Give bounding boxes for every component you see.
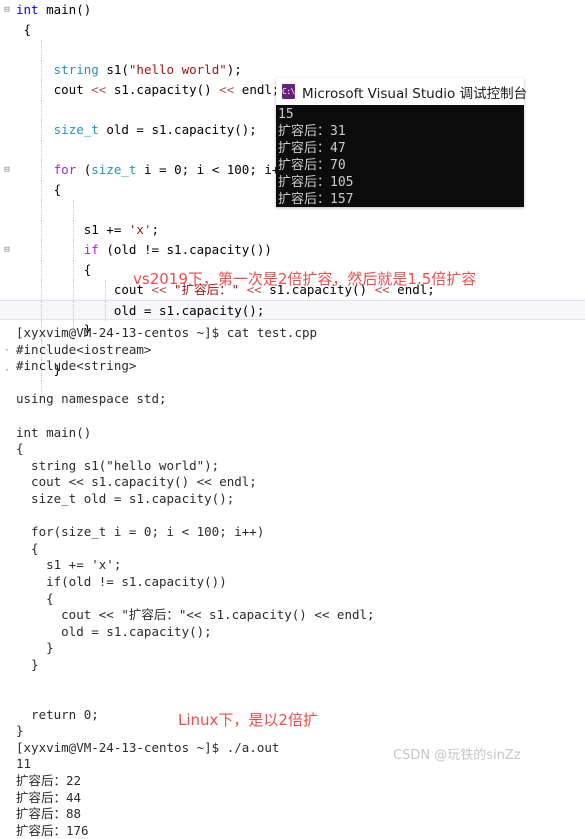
code-token: size_t: [91, 162, 137, 177]
code-text: old = s1.capacity();: [16, 301, 265, 321]
terminal-line: s1 += 'x';: [16, 557, 122, 573]
code-token: i = 0; i < 100; i++): [136, 162, 295, 177]
code-token: for: [53, 162, 77, 177]
terminal-line: old = s1.capacity();: [16, 623, 212, 639]
code-token: s1 +=: [16, 222, 129, 237]
code-text: {: [16, 20, 32, 40]
code-line[interactable]: {: [0, 20, 585, 40]
debug-console-window[interactable]: C:\ Microsoft Visual Studio 调试控制台 15 扩容后：…: [276, 78, 528, 207]
code-text: s1 += 'x';: [16, 220, 159, 240]
code-token: main: [46, 2, 77, 17]
indent-guide: [73, 200, 74, 220]
indent-guide: [41, 200, 42, 220]
code-text: int main(): [16, 0, 91, 20]
code-line[interactable]: [0, 40, 585, 60]
terminal-line: cout << "扩容后："<< s1.capacity() << endl;: [16, 607, 375, 623]
terminal-line: {: [16, 540, 39, 556]
code-token: endl;: [234, 82, 280, 97]
terminal-line: for(size_t i = 0; i < 100; i++): [16, 524, 265, 540]
console-output-line: 扩容后：31: [278, 124, 346, 139]
code-text: for (size_t i = 0; i < 100; i++): [16, 160, 295, 180]
code-token: s1(: [98, 62, 129, 77]
terminal-line: using namespace std;: [16, 391, 167, 407]
terminal-line: 扩容后：176: [16, 822, 89, 838]
code-text: string s1("hello world");: [16, 60, 242, 80]
code-token: {: [16, 182, 62, 197]
terminal-line: 扩容后：88: [16, 806, 82, 822]
terminal-line: }: [16, 640, 54, 656]
console-output-line: 扩容后：70: [278, 158, 346, 173]
terminal-line: {: [16, 441, 24, 457]
code-token: string: [53, 62, 99, 77]
code-line[interactable]: ⊟ if (old != s1.capacity()): [0, 240, 585, 260]
code-token: <<: [91, 82, 107, 97]
terminal-line: string s1("hello world");: [16, 457, 220, 473]
console-output-line: 扩容后：105: [278, 175, 354, 190]
code-token: 'x': [128, 222, 152, 237]
code-token: (): [76, 2, 92, 17]
code-text: cout << s1.capacity() << endl;: [16, 80, 280, 100]
terminal-line: {: [16, 590, 54, 606]
terminal-line: [xyxvim@VM-24-13-centos ~]$ cat test.cpp: [16, 325, 318, 340]
collapse-toggle-icon[interactable]: ⊟: [0, 240, 14, 260]
code-token: cout: [16, 82, 92, 97]
console-output-line: 扩容后：157: [278, 192, 354, 207]
terminal-line: size_t old = s1.capacity();: [16, 490, 235, 506]
code-token: {: [16, 22, 32, 37]
terminal-line: cout << s1.capacity() << endl;: [16, 474, 257, 490]
collapse-toggle-icon[interactable]: ⊟: [0, 0, 14, 20]
code-token: (: [76, 162, 92, 177]
code-text: if (old != s1.capacity()): [16, 240, 272, 260]
code-text: size_t old = s1.capacity();: [16, 120, 257, 140]
code-token: old = s1.capacity();: [98, 122, 257, 137]
code-line[interactable]: ⊟ int main(): [0, 0, 585, 20]
console-output-line: 扩容后：47: [278, 141, 346, 156]
terminal-line: int main(): [16, 424, 92, 440]
code-token: );: [226, 62, 242, 77]
console-title-label: Microsoft Visual Studio 调试控制台: [301, 85, 528, 102]
terminal-line: }: [16, 656, 39, 672]
csdn-watermark: CSDN @玩铁的sinZz: [393, 748, 521, 763]
code-token: int: [16, 2, 47, 17]
code-token: s1.capacity(): [106, 82, 220, 97]
annotation-linux-note: Linux下，是以2倍扩: [178, 711, 318, 729]
annotation-vs-note: vs2019下，第一次是2倍扩容，然后就是1.5倍扩容: [133, 270, 477, 288]
code-token: old = s1.capacity();: [16, 303, 265, 318]
terminal-line: 扩容后：22: [16, 773, 82, 789]
terminal-line: 扩容后：44: [16, 789, 82, 805]
collapse-toggle-icon[interactable]: ⊟: [0, 160, 14, 180]
code-line[interactable]: s1 += 'x';: [0, 220, 585, 240]
code-token: "hello world": [128, 62, 227, 77]
code-line[interactable]: string s1("hello world");: [0, 60, 585, 80]
code-token: <<: [219, 82, 235, 97]
code-token: {: [16, 262, 92, 277]
code-text: {: [16, 260, 92, 280]
code-line[interactable]: old = s1.capacity();: [0, 300, 585, 321]
console-title-bar[interactable]: C:\ Microsoft Visual Studio 调试控制台: [276, 78, 528, 105]
indent-guide: [41, 100, 42, 120]
code-token: size_t: [53, 122, 99, 137]
terminal-line: if(old != s1.capacity()): [16, 573, 227, 589]
code-token: (old != s1.capacity()): [98, 242, 272, 257]
console-window-icon: C:\: [282, 84, 295, 99]
terminal-line: #include<string>: [16, 358, 137, 374]
indent-guide: [41, 40, 42, 60]
console-output-line: 15: [278, 107, 294, 122]
indent-guide: [41, 140, 42, 160]
code-token: cout: [16, 282, 152, 297]
terminal-line: #include<iostream>: [16, 341, 152, 357]
code-text: {: [16, 180, 62, 200]
console-output-area: 15 扩容后：31 扩容后：47 扩容后：70 扩容后：105 扩容后：157: [276, 105, 524, 207]
code-token: if: [83, 242, 99, 257]
code-token: ;: [151, 222, 159, 237]
